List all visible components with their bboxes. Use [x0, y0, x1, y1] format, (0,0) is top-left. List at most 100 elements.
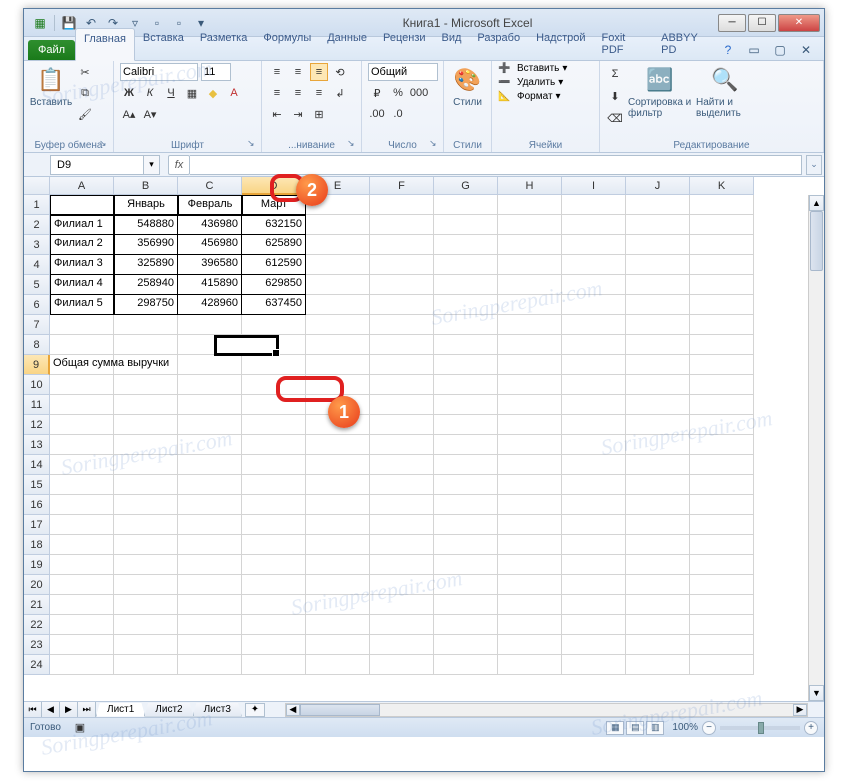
cell[interactable]: [626, 435, 690, 455]
cell[interactable]: [178, 395, 242, 415]
table-cell[interactable]: 612590: [242, 255, 306, 275]
cell[interactable]: [306, 635, 370, 655]
cell[interactable]: [178, 475, 242, 495]
align-bottom-icon[interactable]: ≡: [310, 63, 328, 81]
cell[interactable]: [498, 475, 562, 495]
tab-данные[interactable]: Данные: [319, 28, 375, 60]
cell[interactable]: [498, 595, 562, 615]
align-top-icon[interactable]: ≡: [268, 63, 286, 81]
cell[interactable]: [626, 415, 690, 435]
cell[interactable]: [434, 635, 498, 655]
cell[interactable]: [370, 195, 434, 215]
summary-label-cell[interactable]: Общая сумма выручки: [50, 355, 242, 375]
cell[interactable]: [370, 595, 434, 615]
cell[interactable]: [626, 215, 690, 235]
cell[interactable]: [114, 415, 178, 435]
decrease-font-icon[interactable]: A▾: [141, 105, 159, 123]
cell[interactable]: [626, 475, 690, 495]
table-cell[interactable]: 428960: [178, 295, 242, 315]
cell[interactable]: [178, 435, 242, 455]
cell[interactable]: [306, 615, 370, 635]
cell[interactable]: [114, 515, 178, 535]
fill-color-button[interactable]: ◆: [204, 84, 222, 102]
column-header[interactable]: H: [498, 177, 562, 195]
sheet-tab[interactable]: Лист2: [144, 703, 193, 717]
cell[interactable]: [306, 215, 370, 235]
cell[interactable]: [626, 235, 690, 255]
cell[interactable]: [178, 595, 242, 615]
table-cell[interactable]: 436980: [178, 215, 242, 235]
cell[interactable]: [562, 315, 626, 335]
table-row-header[interactable]: Филиал 4: [50, 275, 114, 295]
table-row-header[interactable]: Филиал 2: [50, 235, 114, 255]
cell[interactable]: [562, 435, 626, 455]
cell[interactable]: [562, 355, 626, 375]
close-button[interactable]: ✕: [778, 14, 820, 32]
scroll-down-icon[interactable]: ▼: [809, 685, 824, 701]
cell[interactable]: [306, 195, 370, 215]
expand-formula-bar-icon[interactable]: ⌄: [806, 155, 822, 175]
underline-button[interactable]: Ч: [162, 84, 180, 102]
page-layout-view-icon[interactable]: ▤: [626, 721, 644, 735]
percent-icon[interactable]: %: [389, 84, 407, 102]
cell[interactable]: [370, 295, 434, 315]
increase-indent-icon[interactable]: ⇥: [289, 105, 307, 123]
decrease-indent-icon[interactable]: ⇤: [268, 105, 286, 123]
cell[interactable]: [690, 355, 754, 375]
border-button[interactable]: ▦: [183, 84, 201, 102]
cell[interactable]: [242, 435, 306, 455]
cell[interactable]: [434, 495, 498, 515]
cell[interactable]: [242, 555, 306, 575]
cell[interactable]: [434, 235, 498, 255]
format-cells-button[interactable]: 📐Формат▾: [498, 91, 561, 102]
cell[interactable]: [434, 355, 498, 375]
sheet-tab[interactable]: Лист1: [96, 703, 145, 717]
row-header[interactable]: 23: [24, 635, 50, 655]
cell[interactable]: [562, 555, 626, 575]
italic-button[interactable]: К: [141, 84, 159, 102]
cell[interactable]: [114, 635, 178, 655]
cell[interactable]: [562, 595, 626, 615]
cell[interactable]: [370, 215, 434, 235]
tab-надстрой[interactable]: Надстрой: [528, 28, 593, 60]
cell[interactable]: [178, 655, 242, 675]
cell[interactable]: [690, 615, 754, 635]
table-cell[interactable]: 632150: [242, 215, 306, 235]
cell[interactable]: [114, 455, 178, 475]
cell[interactable]: [434, 295, 498, 315]
cell[interactable]: [370, 435, 434, 455]
scroll-right-icon[interactable]: ▶: [793, 704, 807, 716]
cell[interactable]: [178, 575, 242, 595]
cell[interactable]: [178, 615, 242, 635]
cell[interactable]: [306, 455, 370, 475]
cell[interactable]: [498, 575, 562, 595]
maximize-button[interactable]: ☐: [748, 14, 776, 32]
cell[interactable]: [370, 535, 434, 555]
cell[interactable]: [306, 295, 370, 315]
cell[interactable]: [434, 255, 498, 275]
cell[interactable]: [626, 515, 690, 535]
cell[interactable]: [114, 395, 178, 415]
cell[interactable]: [498, 615, 562, 635]
cell[interactable]: [498, 535, 562, 555]
cell[interactable]: [370, 335, 434, 355]
cell[interactable]: [178, 555, 242, 575]
macro-record-icon[interactable]: ▣: [71, 719, 89, 737]
cell[interactable]: [50, 195, 114, 215]
cell[interactable]: [562, 615, 626, 635]
cell[interactable]: [50, 595, 114, 615]
row-header[interactable]: 3: [24, 235, 50, 255]
table-cell[interactable]: 396580: [178, 255, 242, 275]
cell[interactable]: [434, 215, 498, 235]
cell[interactable]: [242, 475, 306, 495]
cell[interactable]: [562, 475, 626, 495]
row-header[interactable]: 24: [24, 655, 50, 675]
cell[interactable]: [242, 655, 306, 675]
vertical-scrollbar[interactable]: ▲ ▼: [808, 195, 824, 701]
row-header[interactable]: 9: [24, 355, 50, 375]
cell[interactable]: [434, 655, 498, 675]
cell[interactable]: [50, 535, 114, 555]
cell[interactable]: [178, 375, 242, 395]
table-cell[interactable]: 548880: [114, 215, 178, 235]
row-header[interactable]: 8: [24, 335, 50, 355]
